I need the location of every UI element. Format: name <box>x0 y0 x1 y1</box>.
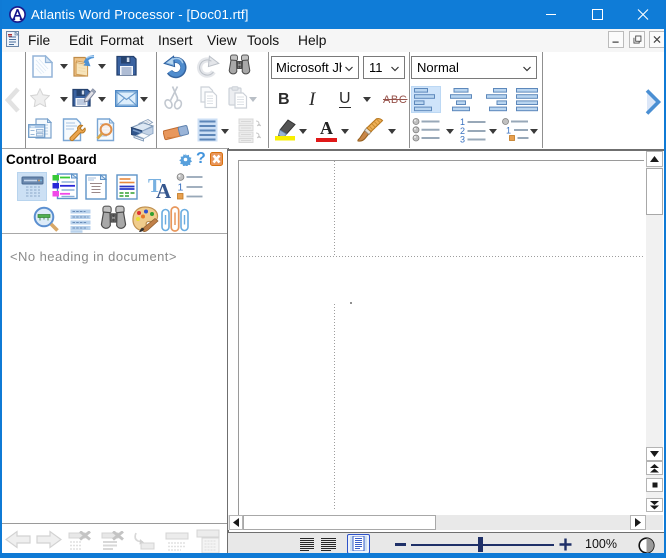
svg-text:1: 1 <box>506 126 511 136</box>
svg-text:A: A <box>156 179 172 200</box>
svg-text:3: 3 <box>460 135 465 144</box>
svg-text:1: 1 <box>178 182 184 194</box>
